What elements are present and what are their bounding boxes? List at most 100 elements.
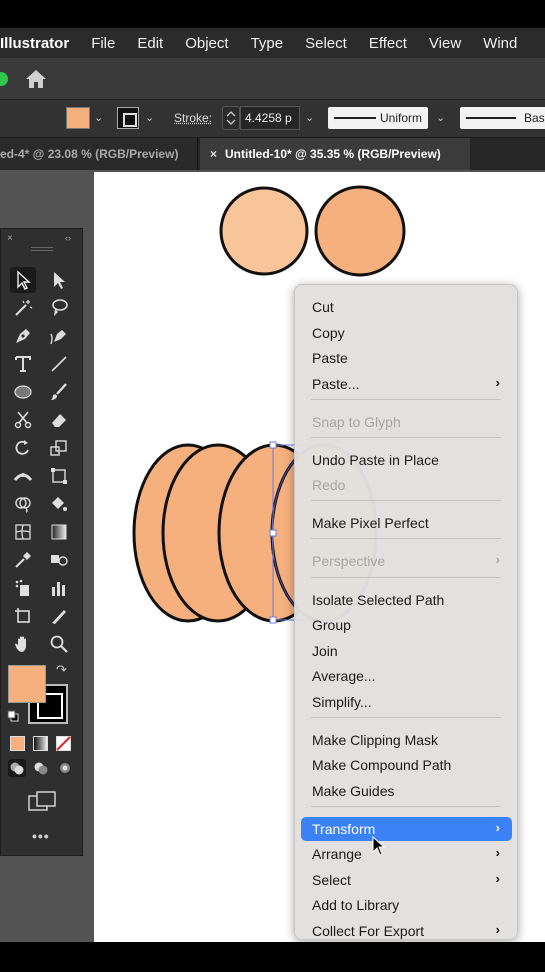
selection-handle-ml[interactable]: [269, 529, 277, 537]
context-menu-item-simplify[interactable]: Simplify...: [301, 690, 512, 714]
context-menu-item-group[interactable]: Group: [301, 613, 512, 637]
context-menu-item-average[interactable]: Average...: [301, 664, 512, 688]
color-mode-icon[interactable]: [10, 736, 25, 751]
profile-dropdown-chevron-icon[interactable]: ⌄: [436, 111, 445, 124]
change-screen-mode-icon[interactable]: [28, 790, 56, 814]
profile-line-preview: [334, 117, 376, 119]
context-menu-item-make-clipping-mask[interactable]: Make Clipping Mask: [301, 728, 512, 752]
context-menu-item-make-guides[interactable]: Make Guides: [301, 779, 512, 803]
lasso-tool-icon[interactable]: [46, 295, 72, 321]
circle-light-peach[interactable]: [219, 186, 309, 276]
context-menu-item-collect-for-export[interactable]: Collect For Export ›: [301, 919, 512, 943]
context-menu-item-make-pixel-perfect[interactable]: Make Pixel Perfect: [301, 511, 512, 535]
screen-bottom-strip: [0, 942, 545, 972]
context-menu-item-label: Select: [312, 872, 351, 888]
stroke-weight-dropdown-icon[interactable]: ⌄: [305, 111, 314, 124]
brush-definition-select[interactable]: Basi: [460, 107, 545, 129]
context-menu-item-label: Group: [312, 617, 351, 633]
tab-1-label: ed-4* @ 23.08 % (RGB/Preview): [0, 147, 179, 161]
menu-window[interactable]: Wind: [483, 35, 517, 52]
curvature-tool-icon[interactable]: [46, 323, 72, 349]
draw-normal-icon[interactable]: [7, 758, 27, 778]
fill-color-box[interactable]: [8, 665, 46, 703]
swap-fill-stroke-icon[interactable]: ↷: [56, 662, 67, 678]
app-header-bar: [0, 58, 545, 100]
shape-builder-tool-icon[interactable]: [10, 491, 36, 517]
gradient-tool-icon[interactable]: [46, 519, 72, 545]
selection-tool-icon[interactable]: [10, 267, 36, 293]
scale-tool-icon[interactable]: [46, 435, 72, 461]
context-menu-item-select[interactable]: Select ›: [301, 868, 512, 892]
artboard-tool-icon[interactable]: [10, 603, 36, 629]
draw-inside-icon[interactable]: [55, 758, 75, 778]
context-menu-item-arrange[interactable]: Arrange ›: [301, 842, 512, 866]
context-menu-separator: [311, 538, 501, 539]
context-menu-item-copy[interactable]: Copy: [301, 321, 512, 345]
magic-wand-tool-icon[interactable]: [10, 295, 36, 321]
context-menu-item-add-to-library[interactable]: Add to Library: [301, 893, 512, 917]
fill-dropdown-chevron-icon[interactable]: ⌄: [94, 111, 103, 124]
rotate-tool-icon[interactable]: [10, 435, 36, 461]
menu-effect[interactable]: Effect: [369, 35, 407, 52]
panel-collapse-icon[interactable]: ‹›: [65, 233, 71, 243]
fill-color-swatch[interactable]: [66, 107, 90, 129]
stroke-dropdown-chevron-icon[interactable]: ⌄: [145, 111, 154, 124]
stroke-weight-input[interactable]: 4.4258 p: [240, 106, 300, 130]
ellipse-tool-icon[interactable]: [10, 379, 36, 405]
line-segment-tool-icon[interactable]: [46, 351, 72, 377]
free-transform-tool-icon[interactable]: [46, 463, 72, 489]
selection-handle-tl[interactable]: [269, 441, 277, 449]
edit-toolbar-more-icon[interactable]: •••: [32, 828, 50, 844]
symbol-sprayer-tool-icon[interactable]: [10, 575, 36, 601]
panel-grip[interactable]: [31, 247, 53, 251]
default-fill-stroke-icon[interactable]: [7, 710, 19, 722]
blend-tool-icon[interactable]: [46, 547, 72, 573]
slice-tool-icon[interactable]: [46, 603, 72, 629]
draw-behind-icon[interactable]: [31, 758, 51, 778]
menu-object[interactable]: Object: [185, 35, 228, 52]
stroke-weight-stepper[interactable]: [222, 106, 240, 130]
eyedropper-tool-icon[interactable]: [10, 547, 36, 573]
context-menu-separator: [311, 577, 501, 578]
eraser-tool-icon[interactable]: [46, 407, 72, 433]
circle-peach[interactable]: [314, 185, 406, 277]
submenu-chevron-right-icon: ›: [495, 820, 500, 835]
type-tool-icon[interactable]: [10, 351, 36, 377]
menu-type[interactable]: Type: [251, 35, 284, 52]
scissors-tool-icon[interactable]: [10, 407, 36, 433]
context-menu-item-isolate-selected-path[interactable]: Isolate Selected Path: [301, 588, 512, 612]
app-menu[interactable]: Illustrator: [0, 35, 69, 52]
none-mode-icon[interactable]: [56, 736, 71, 751]
stroke-label[interactable]: Stroke:: [174, 111, 212, 125]
tab-document-1[interactable]: ed-4* @ 23.08 % (RGB/Preview): [0, 138, 198, 170]
column-graph-tool-icon[interactable]: [46, 575, 72, 601]
paintbrush-tool-icon[interactable]: [46, 379, 72, 405]
direct-selection-tool-icon[interactable]: [46, 267, 72, 293]
stroke-color-swatch[interactable]: [117, 107, 139, 129]
width-tool-icon[interactable]: [10, 463, 36, 489]
context-menu-item-cut[interactable]: Cut: [301, 295, 512, 319]
hand-tool-icon[interactable]: [10, 631, 36, 657]
context-menu-item-paste[interactable]: Paste: [301, 346, 512, 370]
menu-view[interactable]: View: [429, 35, 461, 52]
context-menu-item-transform[interactable]: Transform ›: [301, 817, 512, 841]
context-menu-item-paste[interactable]: Paste... ›: [301, 372, 512, 396]
menu-file[interactable]: File: [91, 35, 115, 52]
variable-width-profile-select[interactable]: Uniform: [328, 107, 428, 129]
gradient-mode-icon[interactable]: [33, 736, 48, 751]
pen-tool-icon[interactable]: [10, 323, 36, 349]
live-paint-tool-icon[interactable]: [46, 491, 72, 517]
menu-edit[interactable]: Edit: [137, 35, 163, 52]
context-menu-item-join[interactable]: Join: [301, 639, 512, 663]
mesh-tool-icon[interactable]: [10, 519, 36, 545]
selection-handle-bl[interactable]: [269, 616, 277, 624]
context-menu-item-undo-paste-in-place[interactable]: Undo Paste in Place: [301, 448, 512, 472]
context-menu-separator: [311, 437, 501, 438]
context-menu-item-make-compound-path[interactable]: Make Compound Path: [301, 753, 512, 777]
tab-document-2[interactable]: × Untitled-10* @ 35.35 % (RGB/Preview): [200, 138, 470, 170]
panel-close-icon[interactable]: ×: [7, 233, 13, 244]
zoom-tool-icon[interactable]: [46, 631, 72, 657]
close-tab-icon[interactable]: ×: [210, 147, 217, 161]
menu-select[interactable]: Select: [305, 35, 347, 52]
home-icon[interactable]: [25, 69, 47, 89]
